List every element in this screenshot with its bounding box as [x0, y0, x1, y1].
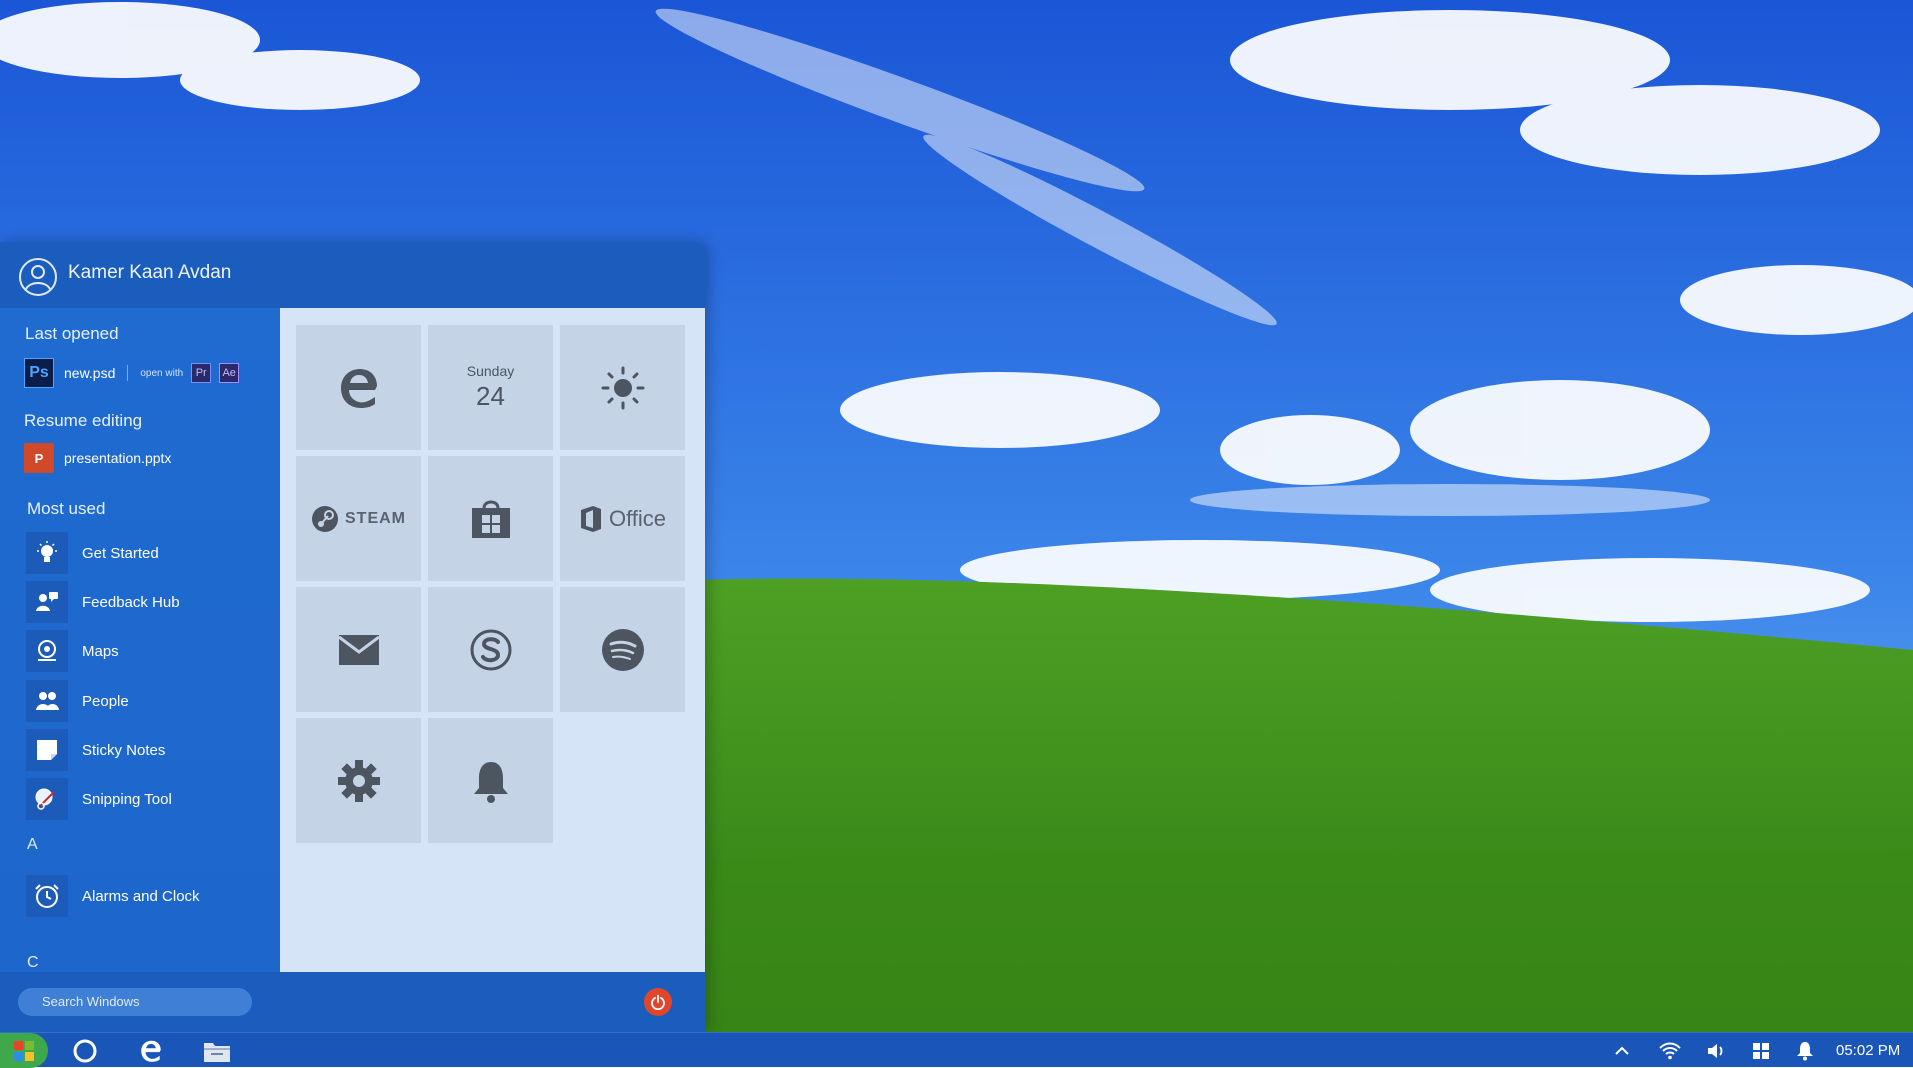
tile-weather[interactable]	[560, 325, 685, 450]
action-center-windows-button[interactable]	[1749, 1039, 1773, 1063]
tile-edge[interactable]	[296, 325, 421, 450]
start-menu: Kamer Kaan Avdan Last opened Ps new.psd …	[0, 242, 705, 1032]
sun-icon	[601, 366, 644, 409]
sticky-notes-icon	[26, 729, 68, 771]
office-label: Office	[608, 505, 667, 531]
show-hidden-icons-button[interactable]	[1610, 1039, 1634, 1063]
user-avatar-icon[interactable]	[18, 257, 58, 297]
file-explorer-button[interactable]	[203, 1037, 231, 1065]
tile-notifications[interactable]	[428, 718, 553, 843]
cortana-button[interactable]	[71, 1037, 99, 1065]
alarm-clock-icon	[26, 875, 68, 917]
letter-header-a[interactable]: A	[27, 836, 38, 854]
windows-icon	[1753, 1043, 1769, 1059]
steam-icon	[312, 505, 338, 532]
gear-icon	[337, 759, 380, 802]
tile-steam[interactable]: STEAM	[296, 456, 421, 581]
last-opened-item[interactable]: Ps new.psd open with Pr Ae	[24, 356, 247, 390]
letter-header-c[interactable]: C	[27, 954, 39, 972]
tile-spotify[interactable]	[560, 587, 685, 712]
app-item-people[interactable]: People	[26, 680, 129, 722]
power-button[interactable]	[644, 988, 672, 1016]
resume-editing-file-name: presentation.pptx	[64, 450, 172, 466]
steam-label: STEAM	[345, 509, 406, 527]
calendar-date: 24	[476, 381, 505, 411]
app-item-feedback-hub[interactable]: Feedback Hub	[26, 581, 180, 623]
calendar-day: Sunday	[466, 363, 515, 379]
start-button[interactable]	[0, 1033, 48, 1068]
app-label: Sticky Notes	[82, 741, 166, 759]
app-label: People	[82, 692, 129, 710]
feedback-icon	[26, 581, 68, 623]
app-item-snipping-tool[interactable]: Snipping Tool	[26, 778, 172, 820]
section-title-resume-editing: Resume editing	[24, 411, 143, 430]
start-menu-app-list: Last opened Ps new.psd open with Pr Ae R…	[0, 308, 280, 972]
app-item-sticky-notes[interactable]: Sticky Notes	[26, 729, 165, 771]
edge-icon	[340, 368, 377, 408]
cortana-icon	[73, 1039, 97, 1063]
app-label: Snipping Tool	[82, 790, 172, 808]
app-label: Get Started	[82, 544, 159, 562]
section-title-last-opened: Last opened	[25, 324, 119, 343]
app-item-maps[interactable]: Maps	[26, 630, 119, 672]
maps-icon	[26, 630, 68, 672]
taskbar-clock[interactable]: 05:02 PM	[1836, 1042, 1900, 1059]
app-item-get-started[interactable]: Get Started	[26, 532, 159, 574]
taskbar-edge-button[interactable]	[137, 1037, 165, 1065]
volume-button[interactable]	[1704, 1039, 1728, 1063]
windows-logo-icon	[14, 1040, 34, 1061]
last-opened-file-name: new.psd	[64, 365, 116, 381]
resume-editing-item[interactable]: P presentation.pptx	[24, 441, 171, 475]
mail-icon	[337, 634, 380, 665]
notifications-button[interactable]	[1793, 1039, 1817, 1063]
after-effects-icon[interactable]: Ae	[219, 363, 240, 383]
bell-icon	[473, 761, 508, 803]
tile-calendar[interactable]: Sunday 24	[428, 325, 553, 450]
speaker-icon	[1708, 1044, 1723, 1058]
wifi-icon	[1659, 1042, 1681, 1060]
lightbulb-icon	[26, 532, 68, 574]
tile-office[interactable]: Office	[560, 456, 685, 581]
section-title-most-used: Most used	[27, 499, 106, 518]
app-label: Feedback Hub	[82, 593, 180, 611]
office-icon	[580, 505, 601, 532]
tile-store[interactable]	[428, 456, 553, 581]
powerpoint-icon: P	[24, 443, 54, 473]
app-label: Alarms and Clock	[82, 887, 200, 905]
tile-settings[interactable]	[296, 718, 421, 843]
power-icon	[651, 994, 665, 1010]
user-name[interactable]: Kamer Kaan Avdan	[68, 262, 231, 284]
open-with-label: open with	[140, 367, 184, 379]
store-icon	[471, 500, 510, 538]
tile-mail[interactable]	[296, 587, 421, 712]
bell-icon	[1797, 1042, 1813, 1061]
tiles-area: Sunday 24 STEAM Office	[280, 308, 705, 972]
app-label: Maps	[82, 642, 119, 660]
start-menu-header: Kamer Kaan Avdan	[0, 242, 705, 308]
snipping-tool-icon	[26, 778, 68, 820]
folder-icon	[204, 1043, 230, 1062]
start-menu-footer: Search Windows	[0, 972, 705, 1032]
photoshop-icon: Ps	[24, 358, 54, 388]
tile-skype[interactable]	[428, 587, 553, 712]
app-item-alarms-and-clock[interactable]: Alarms and Clock	[26, 875, 200, 917]
edge-icon	[141, 1040, 161, 1062]
chevron-up-icon	[1615, 1046, 1629, 1055]
divider	[127, 365, 129, 381]
premiere-icon[interactable]: Pr	[191, 363, 212, 383]
search-input[interactable]: Search Windows	[18, 988, 252, 1016]
taskbar: 05:02 PM	[0, 1032, 1913, 1068]
network-button[interactable]	[1658, 1039, 1682, 1063]
people-icon	[26, 680, 68, 722]
skype-icon	[470, 629, 511, 670]
spotify-icon	[601, 628, 644, 671]
